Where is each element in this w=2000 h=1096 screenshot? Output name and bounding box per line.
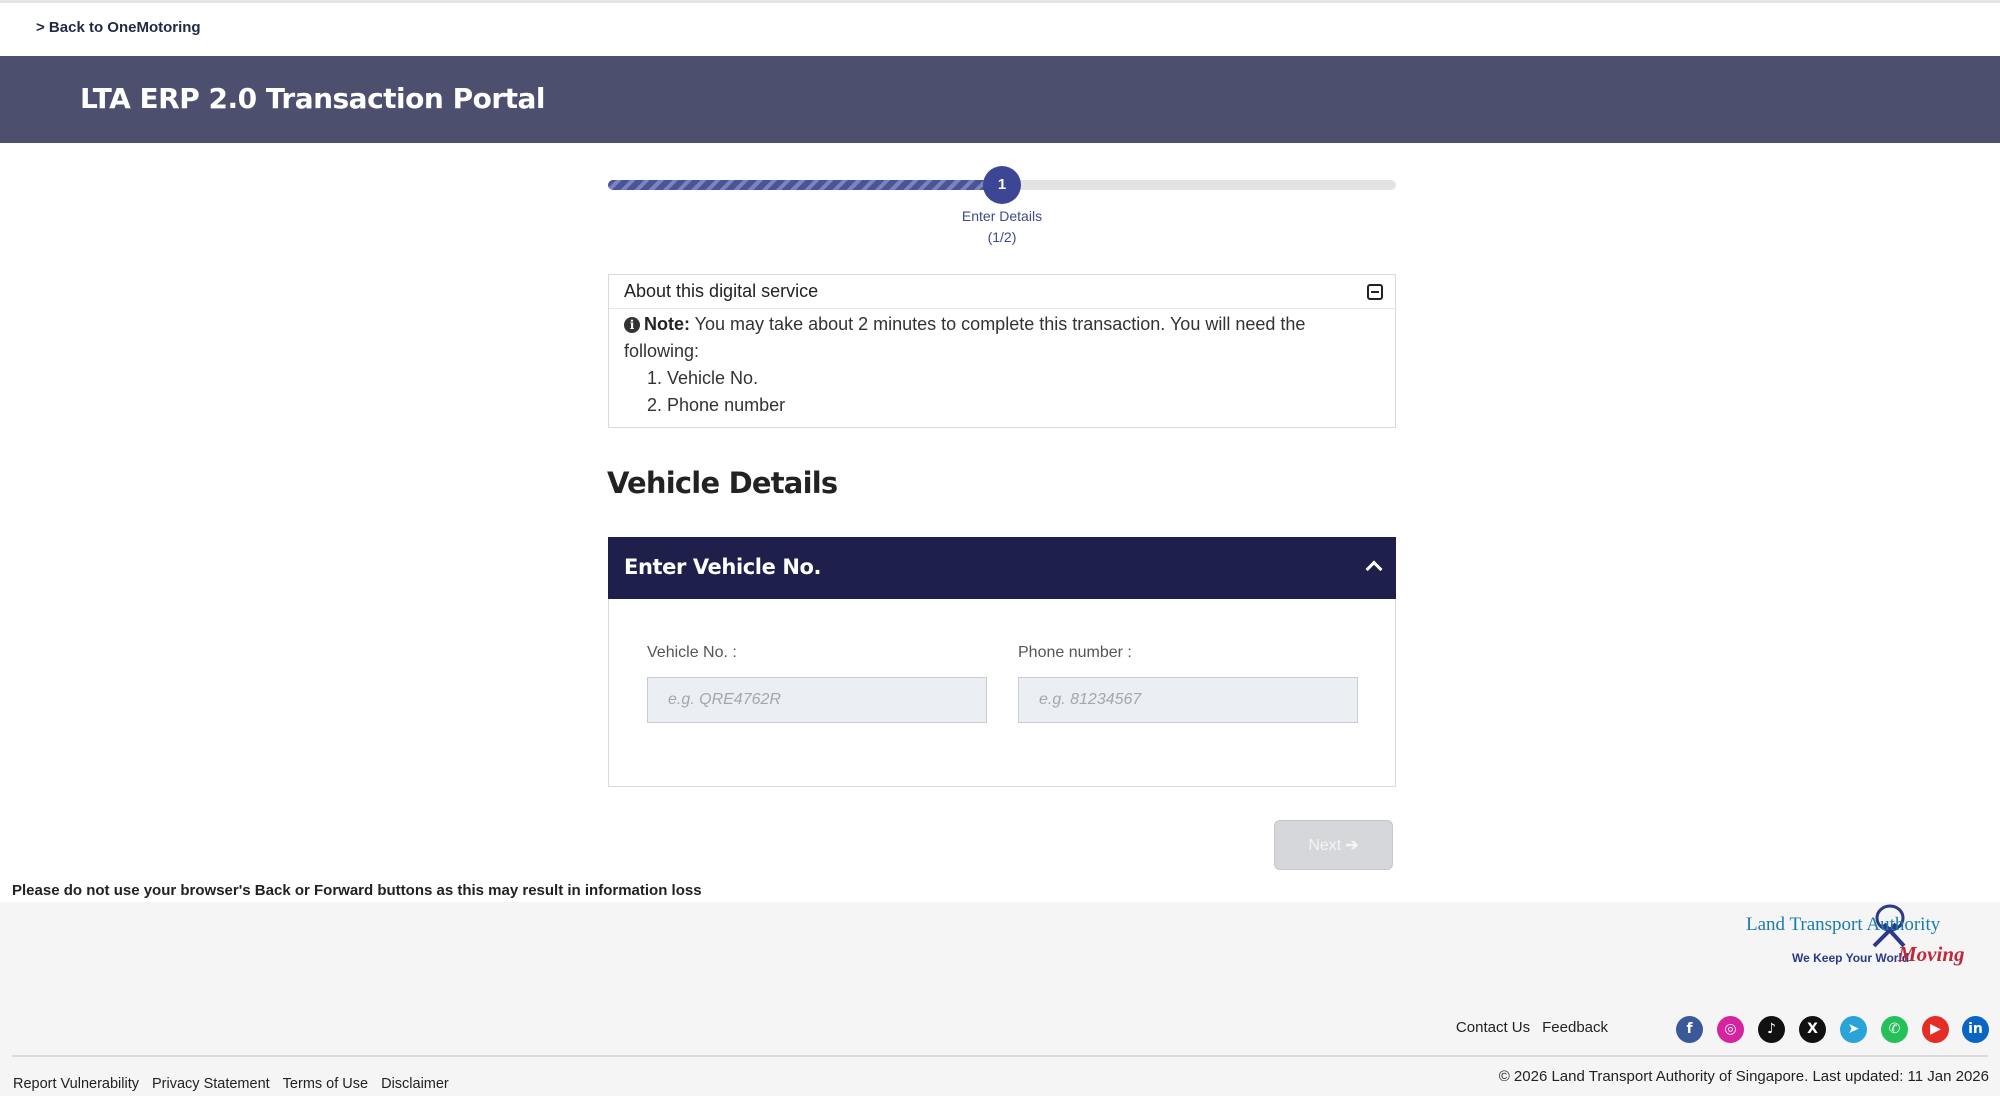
- report-vulnerability-link[interactable]: Report Vulnerability: [13, 1076, 139, 1092]
- phone-number-input[interactable]: [1018, 677, 1358, 723]
- footer-divider: [12, 1055, 1988, 1057]
- arrow-right-icon: ➔: [1345, 837, 1359, 854]
- about-service-header[interactable]: About this digital service: [609, 275, 1395, 309]
- requirement-item: 1. Vehicle No.: [647, 368, 759, 388]
- contact-us-link[interactable]: Contact Us: [1456, 1019, 1530, 1036]
- lta-tagline: We Keep Your World: [1792, 951, 1910, 965]
- back-to-onemotoring-link[interactable]: > Back to OneMotoring: [36, 19, 201, 36]
- progress-bar-fill: [608, 180, 1002, 190]
- step-label: Enter Details (1/2): [902, 206, 1102, 248]
- next-button[interactable]: Next ➔: [1274, 820, 1393, 870]
- tiktok-icon[interactable]: ♪: [1758, 1016, 1785, 1043]
- vehicle-panel-body: Vehicle No. : Phone number :: [608, 599, 1396, 787]
- vehicle-panel-header[interactable]: Enter Vehicle No.: [608, 537, 1396, 599]
- portal-title: LTA ERP 2.0 Transaction Portal: [80, 82, 546, 115]
- vehicle-no-label: Vehicle No. :: [647, 644, 737, 661]
- step-count: (1/2): [987, 229, 1017, 245]
- requirement-item: 2. Phone number: [647, 395, 786, 415]
- disclaimer-link[interactable]: Disclaimer: [381, 1076, 449, 1092]
- navigation-warning: Please do not use your browser's Back or…: [12, 882, 702, 899]
- terms-of-use-link[interactable]: Terms of Use: [283, 1076, 368, 1092]
- lta-moving: Moving: [1898, 942, 1965, 966]
- copyright: © 2026 Land Transport Authority of Singa…: [1498, 1068, 1989, 1085]
- facebook-icon[interactable]: f: [1676, 1016, 1703, 1043]
- top-divider: [0, 0, 2000, 3]
- info-icon: i: [624, 317, 640, 333]
- vehicle-panel-title: Enter Vehicle No.: [624, 555, 822, 579]
- collapse-icon[interactable]: [1367, 284, 1383, 300]
- step-name: Enter Details: [961, 208, 1043, 224]
- footer: [0, 902, 2000, 1096]
- lta-logo[interactable]: Land Transport Authority We Keep Your Wo…: [1746, 904, 1986, 984]
- footer-links: Contact Us Feedback: [1444, 1019, 1608, 1036]
- feedback-link[interactable]: Feedback: [1542, 1019, 1608, 1036]
- telegram-icon[interactable]: ➤: [1840, 1016, 1867, 1043]
- about-service-title: About this digital service: [624, 281, 819, 301]
- youtube-icon[interactable]: ▶: [1922, 1016, 1949, 1043]
- privacy-statement-link[interactable]: Privacy Statement: [152, 1076, 270, 1092]
- x-icon[interactable]: X: [1799, 1016, 1826, 1043]
- lta-name: Land Transport Authority: [1746, 914, 1941, 935]
- about-service-body: i Note: You may take about 2 minutes to c…: [624, 311, 1384, 419]
- note-label: Note:: [644, 314, 690, 334]
- section-title: Vehicle Details: [607, 466, 838, 500]
- chevron-up-icon[interactable]: [1365, 560, 1383, 578]
- step-indicator: 1: [983, 166, 1021, 204]
- phone-number-label: Phone number :: [1018, 644, 1132, 661]
- linkedin-icon[interactable]: in: [1962, 1016, 1989, 1043]
- vehicle-no-input[interactable]: [647, 677, 987, 723]
- instagram-icon[interactable]: ◎: [1717, 1016, 1744, 1043]
- portal-header: LTA ERP 2.0 Transaction Portal: [0, 56, 2000, 143]
- note-text: You may take about 2 minutes to complete…: [624, 314, 1306, 361]
- note-paragraph: i Note: You may take about 2 minutes to c…: [624, 311, 1384, 365]
- next-button-label: Next: [1308, 837, 1342, 854]
- bottom-links: Report Vulnerability Privacy Statement Ter…: [13, 1076, 462, 1092]
- requirements-list: 1. Vehicle No. 2. Phone number: [647, 365, 1384, 419]
- whatsapp-icon[interactable]: ✆: [1881, 1016, 1908, 1043]
- about-service-box: About this digital service i Note: You ma…: [608, 274, 1396, 428]
